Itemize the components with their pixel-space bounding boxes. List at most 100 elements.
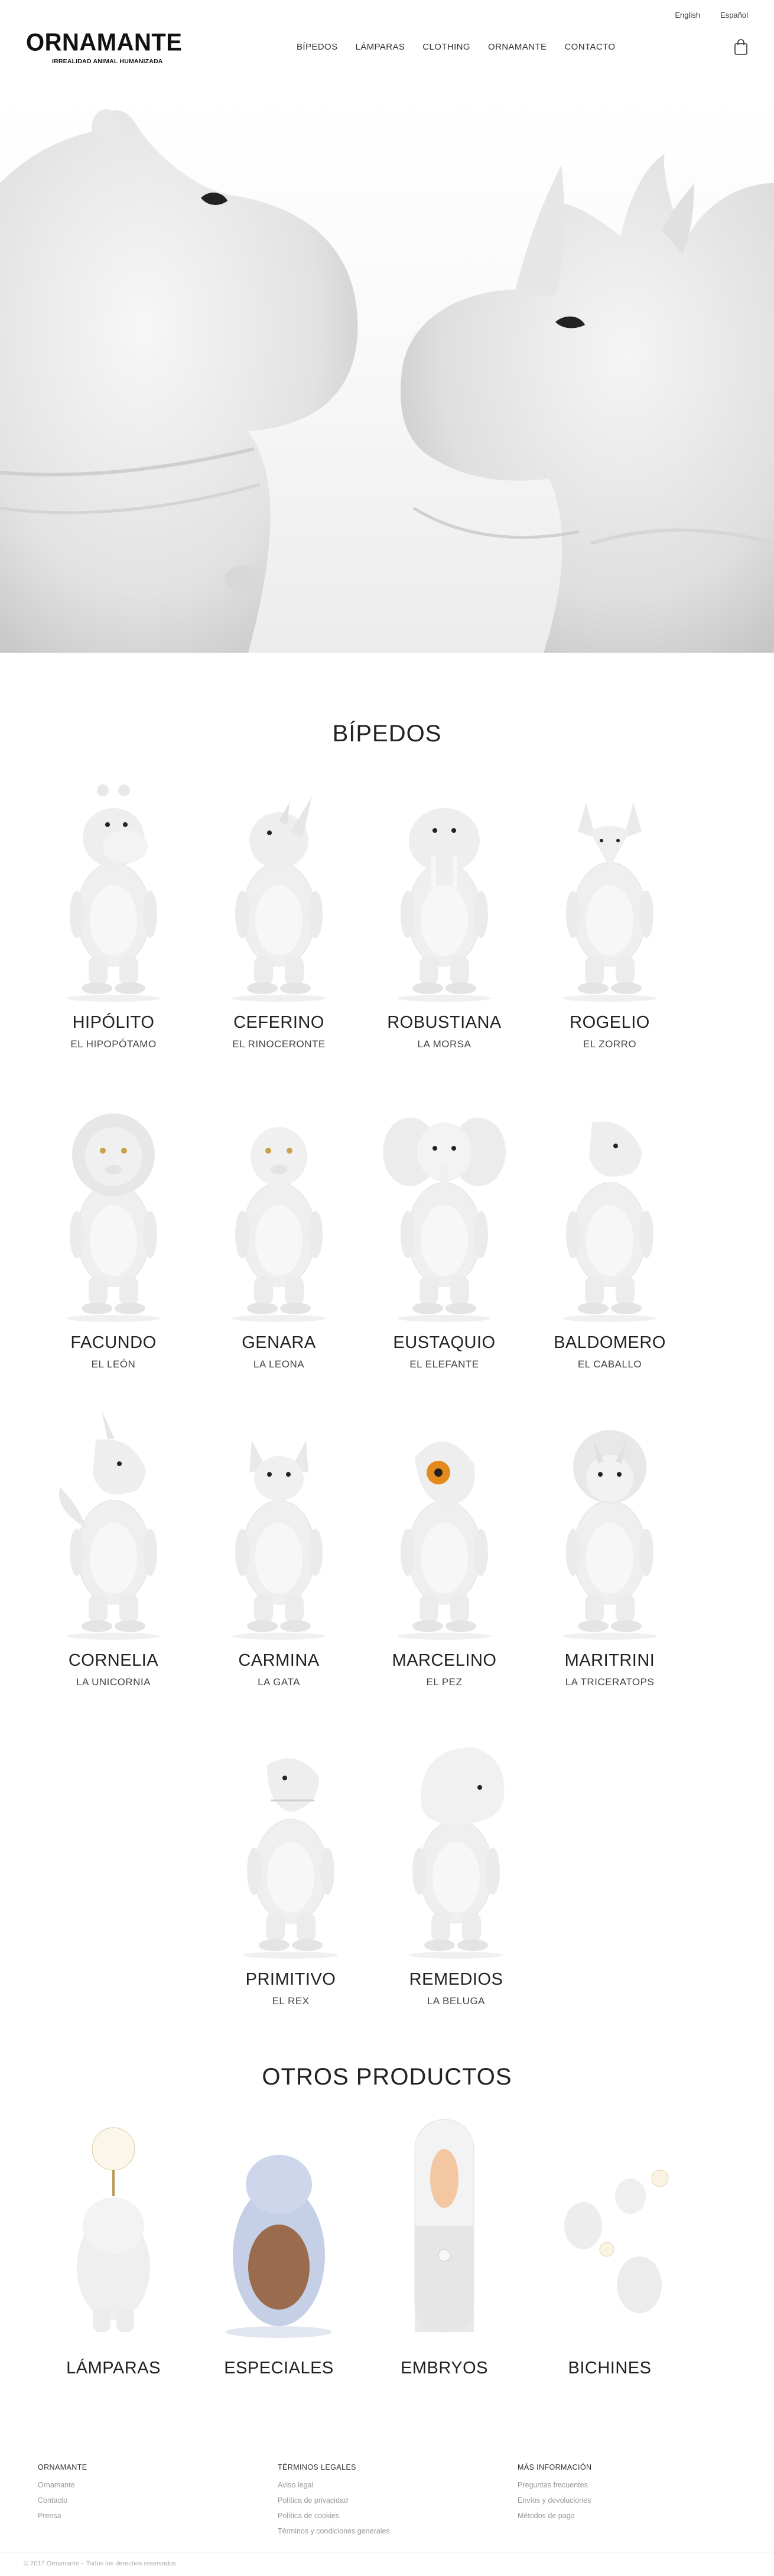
- category-name: BICHINES: [568, 2359, 652, 2378]
- product-image[interactable]: [365, 1400, 524, 1645]
- product-card-unicorn[interactable]: CORNELIA LA UNICORNIA: [34, 1400, 193, 1688]
- site-logo[interactable]: ORNAMANTE IRREALIDAD ANIMAL HUMANIZADA: [26, 28, 183, 65]
- product-subtitle: LA GATA: [258, 1676, 300, 1688]
- product-name: CORNELIA: [68, 1651, 159, 1670]
- footer-link-faq[interactable]: Preguntas frecuentes: [518, 2477, 591, 2493]
- rhino-figurine: [232, 796, 326, 1002]
- product-name: HIPÓLITO: [72, 1013, 155, 1032]
- product-image[interactable]: [34, 1082, 193, 1327]
- hippo-head-sculpture: [0, 109, 358, 653]
- product-card-trex[interactable]: PRIMITIVO EL REX: [211, 1719, 370, 2007]
- footer-column-ornamante: ORNAMANTE Ornamante Contacto Prensa: [38, 2460, 87, 2523]
- product-image[interactable]: [199, 1400, 359, 1645]
- category-name: EMBRYOS: [400, 2359, 488, 2378]
- lamp-product-image: [77, 2127, 150, 2332]
- product-name: ROGELIO: [570, 1013, 650, 1032]
- hero-image: [0, 109, 774, 653]
- triceratops-figurine: [562, 1429, 657, 1640]
- language-switcher: English Español: [675, 11, 748, 19]
- category-image[interactable]: [365, 2103, 524, 2348]
- footer-link-aviso-legal[interactable]: Aviso legal: [278, 2477, 390, 2493]
- product-card-elephant[interactable]: EUSTAQUIO EL ELEFANTE: [365, 1082, 524, 1370]
- section-title-otros-productos: OTROS PRODUCTOS: [262, 2064, 512, 2090]
- nav-item-contacto[interactable]: CONTACTO: [564, 42, 615, 52]
- category-image[interactable]: [34, 2103, 193, 2348]
- product-image[interactable]: [530, 1400, 690, 1645]
- product-subtitle: LA TRICERATOPS: [565, 1676, 655, 1688]
- beluga-figurine: [409, 1747, 505, 1959]
- footer-link-terminos[interactable]: Términos y condiciones generales: [278, 2523, 390, 2539]
- category-card-embryo[interactable]: EMBRYOS: [365, 2103, 524, 2378]
- hero-banner: [0, 95, 774, 653]
- product-subtitle: EL ELEFANTE: [409, 1359, 479, 1370]
- product-image[interactable]: [34, 762, 193, 1007]
- product-image[interactable]: [211, 1719, 370, 1964]
- page: English Español ORNAMANTE IRREALIDAD ANI…: [0, 0, 774, 2576]
- footer-link-envios[interactable]: Envíos y devoluciones: [518, 2493, 591, 2508]
- product-image[interactable]: [530, 762, 690, 1007]
- product-image[interactable]: [199, 762, 359, 1007]
- category-name: ESPECIALES: [224, 2359, 334, 2378]
- product-card-rhino[interactable]: CEFERINO EL RINOCERONTE: [199, 762, 359, 1050]
- product-name: ROBUSTIANA: [387, 1013, 502, 1032]
- product-card-triceratops[interactable]: MARITRINI LA TRICERATOPS: [530, 1400, 690, 1688]
- footer-heading: TÉRMINOS LEGALES: [278, 2463, 356, 2471]
- nav-item-ornamante[interactable]: ORNAMANTE: [488, 42, 547, 52]
- product-image[interactable]: [34, 1400, 193, 1645]
- category-card-lamp[interactable]: LÁMPARAS: [34, 2103, 193, 2378]
- category-card-bichines[interactable]: BICHINES: [530, 2103, 690, 2378]
- nav-item-lamparas[interactable]: LÁMPARAS: [356, 42, 405, 52]
- trex-figurine: [243, 1758, 338, 1959]
- footer-column-mas-informacion: MÁS INFORMACIÓN Preguntas frecuentes Env…: [518, 2460, 591, 2523]
- product-name: BALDOMERO: [554, 1333, 666, 1352]
- footer-link-pagos[interactable]: Métodos de pago: [518, 2508, 591, 2523]
- category-card-special[interactable]: ESPECIALES: [199, 2103, 359, 2378]
- footer-link-prensa[interactable]: Prensa: [38, 2508, 87, 2523]
- product-card-cat[interactable]: CARMINA LA GATA: [199, 1400, 359, 1688]
- main-navigation: BÍPEDOS LÁMPARAS CLOTHING ORNAMANTE CONT…: [297, 42, 615, 52]
- category-image[interactable]: [199, 2103, 359, 2348]
- product-image[interactable]: [365, 762, 524, 1007]
- product-image[interactable]: [376, 1719, 536, 1964]
- product-card-horse[interactable]: BALDOMERO EL CABALLO: [530, 1082, 690, 1370]
- product-image[interactable]: [199, 1082, 359, 1327]
- footer-link-cookies[interactable]: Política de cookies: [278, 2508, 390, 2523]
- product-card-fish[interactable]: MARCELINO EL PEZ: [365, 1400, 524, 1688]
- product-image[interactable]: [365, 1082, 524, 1327]
- nav-item-clothing[interactable]: CLOTHING: [422, 42, 470, 52]
- footer-column-terminos-legales: TÉRMINOS LEGALES Aviso legal Política de…: [278, 2460, 390, 2539]
- nav-item-bipedos[interactable]: BÍPEDOS: [297, 42, 338, 52]
- copyright-text: © 2017 Ornamante – Todos los derechos re…: [24, 2560, 176, 2567]
- product-card-beluga[interactable]: REMEDIOS LA BELUGA: [376, 1719, 536, 2007]
- footer-heading: MÁS INFORMACIÓN: [518, 2463, 592, 2471]
- product-subtitle: LA UNICORNIA: [76, 1676, 151, 1688]
- shopping-bag-icon[interactable]: [734, 39, 748, 56]
- product-card-walrus[interactable]: ROBUSTIANA LA MORSA: [365, 762, 524, 1050]
- product-card-lion[interactable]: FACUNDO EL LEÓN: [34, 1082, 193, 1370]
- footer-link-contacto[interactable]: Contacto: [38, 2493, 87, 2508]
- product-subtitle: EL HIPOPÓTAMO: [70, 1038, 157, 1050]
- footer-link-ornamante[interactable]: Ornamante: [38, 2477, 87, 2493]
- language-english-link[interactable]: English: [675, 11, 700, 19]
- logo-wordmark: ORNAMANTE: [26, 28, 183, 57]
- product-image[interactable]: [530, 1082, 690, 1327]
- category-image[interactable]: [530, 2103, 690, 2348]
- fish-figurine: [397, 1441, 492, 1640]
- product-subtitle: EL PEZ: [426, 1676, 463, 1688]
- product-card-fox[interactable]: ROGELIO EL ZORRO: [530, 762, 690, 1050]
- product-name: GENARA: [242, 1333, 316, 1352]
- product-card-lioness[interactable]: GENARA LA LEONA: [199, 1082, 359, 1370]
- product-name: PRIMITIVO: [245, 1970, 336, 1989]
- product-subtitle: LA MORSA: [417, 1038, 471, 1050]
- product-name: FACUNDO: [70, 1333, 157, 1352]
- footer-heading: ORNAMANTE: [38, 2463, 87, 2471]
- walrus-figurine: [397, 807, 492, 1002]
- category-name: LÁMPARAS: [66, 2359, 161, 2378]
- footer-link-privacidad[interactable]: Política de privacidad: [278, 2493, 390, 2508]
- product-subtitle: EL RINOCERONTE: [232, 1038, 326, 1050]
- language-spanish-link[interactable]: Español: [720, 11, 748, 19]
- elephant-figurine: [383, 1117, 506, 1322]
- product-card-hippo[interactable]: HIPÓLITO EL HIPOPÓTAMO: [34, 762, 193, 1050]
- hippo-figurine: [66, 784, 161, 1002]
- logo-tagline: IRREALIDAD ANIMAL HUMANIZADA: [52, 58, 163, 65]
